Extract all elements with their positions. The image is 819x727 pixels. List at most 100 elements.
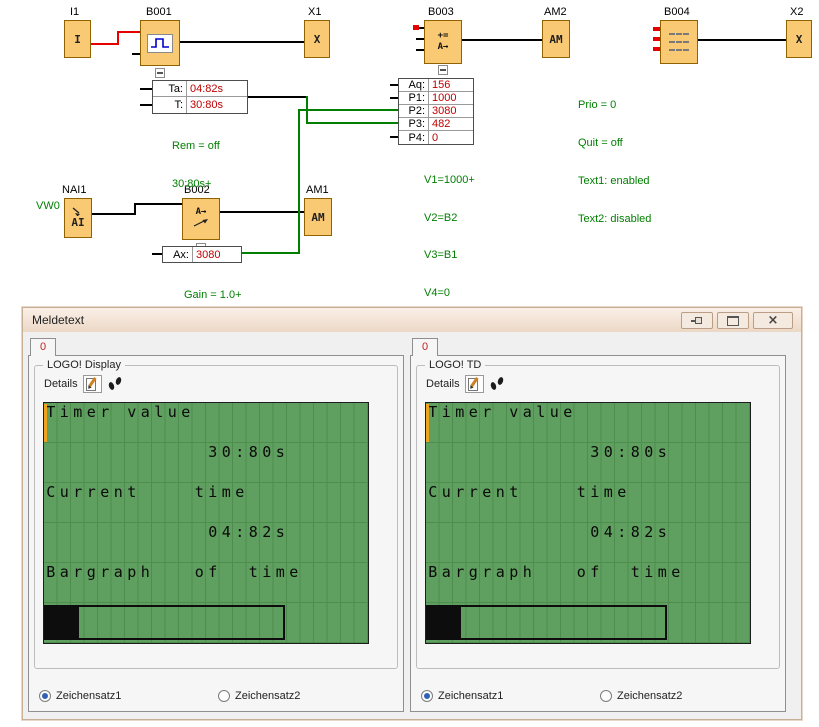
lcd-char: 3 (588, 443, 602, 483)
reference-wire (242, 252, 300, 254)
lcd-char: i (58, 403, 72, 443)
float-window-icon (727, 316, 739, 326)
lcd-char: m (71, 403, 85, 443)
close-icon: × (768, 314, 779, 327)
lcd-char: e (85, 403, 99, 443)
close-button[interactable]: × (753, 312, 793, 329)
lcd-display[interactable]: Timervalue30:80sCurrenttime04:82sBargrap… (43, 402, 369, 644)
lcd-char: t (247, 563, 261, 603)
lcd-char: s (656, 443, 670, 483)
block-b003-math-instruction[interactable]: += A→ (424, 20, 462, 64)
lcd-char: h (521, 563, 535, 603)
network-input-arrow-icon (72, 207, 84, 216)
param-label: P2: (399, 105, 428, 117)
param-value[interactable]: 1000 (428, 92, 473, 104)
b003-parameter-box[interactable]: Aq: 156 P1: 1000 P2: 3080 P3: 482 P4: 0 (398, 78, 474, 145)
lcd-display[interactable]: Timervalue30:80sCurrenttime04:82sBargrap… (425, 402, 751, 644)
connector-glyph: X (314, 33, 321, 46)
collapse-toggle-b001[interactable] (155, 68, 165, 78)
tab-0[interactable]: 0 (30, 338, 56, 356)
block-label-nai1: NAI1 (62, 184, 86, 196)
block-i1-digital-input[interactable]: I (64, 20, 91, 58)
lcd-char: r (467, 483, 481, 523)
param-label: Ta: (153, 83, 186, 95)
param-value[interactable]: 30:80s (186, 97, 247, 113)
lcd-char: a (139, 403, 153, 443)
dialog-titlebar[interactable]: Meldetext × (23, 308, 801, 333)
lcd-char: s (656, 523, 670, 563)
lcd-char: r (453, 483, 467, 523)
lcd-char: h (139, 563, 153, 603)
block-label-i1: I1 (70, 6, 79, 18)
panel-box: LOGO! TD Details Timervalue30:80sCurrent… (410, 355, 786, 712)
collapse-toggle-b003[interactable] (438, 65, 448, 75)
lcd-char: e (179, 403, 193, 443)
lcd-char: 0 (588, 523, 602, 563)
lcd-char: i (642, 563, 656, 603)
lcd-char: t (193, 483, 207, 523)
tab-0[interactable]: 0 (412, 338, 438, 356)
block-am1-analog-marker[interactable]: AM (304, 198, 332, 236)
wire (698, 39, 786, 41)
block-x2-open-connector[interactable]: X (786, 20, 812, 58)
param-value[interactable]: 3080 (428, 105, 473, 117)
pin-stub (140, 88, 152, 90)
radio-zeichensatz1[interactable]: Zeichensatz1 (421, 690, 600, 702)
param-value[interactable]: 482 (428, 118, 473, 130)
block-label-x2: X2 (790, 6, 803, 18)
unconnected-pin-marker (653, 37, 660, 41)
param-value[interactable]: 04:82s (186, 81, 247, 96)
b002-parameter-box[interactable]: Ax: 3080 (162, 246, 242, 263)
lcd-char: 4 (220, 523, 234, 563)
param-value[interactable]: 3080 (192, 247, 241, 262)
message-text-icon (669, 33, 689, 35)
fbd-diagram: I1 B001 X1 B003 AM2 B004 X2 NAI1 B002 AM… (0, 0, 819, 305)
param-label: Aq: (399, 79, 428, 91)
float-button[interactable] (717, 312, 749, 329)
param-label: Ax: (163, 249, 192, 261)
bargraph (44, 605, 285, 640)
lcd-char: 8 (629, 523, 643, 563)
bargraph (426, 605, 667, 640)
param-value[interactable]: 0 (428, 131, 473, 144)
radio-circle (600, 690, 612, 702)
pin-button[interactable] (681, 312, 713, 329)
lcd-char: s (274, 443, 288, 483)
lcd-char: m (274, 563, 288, 603)
input-glyph: I (74, 33, 81, 46)
lcd-char: o (575, 563, 589, 603)
lcd-char: e (287, 563, 301, 603)
lcd-char: e (233, 483, 247, 523)
block-x1-open-connector[interactable]: X (304, 20, 330, 58)
lcd-char: r (71, 563, 85, 603)
lcd-char: i (588, 483, 602, 523)
lcd-char: v (125, 403, 139, 443)
footprints-icon[interactable] (489, 376, 506, 392)
block-nai1-network-analog-input[interactable]: AI (64, 198, 92, 238)
lcd-char: t (575, 483, 589, 523)
lcd-char: m (656, 563, 670, 603)
edit-icon[interactable] (83, 375, 102, 393)
lcd-char: 3 (206, 443, 220, 483)
lcd-char: 2 (260, 523, 274, 563)
lcd-char: r (85, 483, 99, 523)
block-b004-message-text[interactable] (660, 20, 698, 64)
lcd-char: t (507, 483, 521, 523)
footprints-icon[interactable] (107, 376, 124, 392)
connector-glyph: X (796, 33, 803, 46)
lcd-char: p (507, 563, 521, 603)
radio-zeichensatz2[interactable]: Zeichensatz2 (218, 690, 397, 702)
b001-parameter-box[interactable]: Ta: 04:82s T: 30:80s (152, 80, 248, 114)
lcd-char: 0 (642, 443, 656, 483)
radio-zeichensatz1[interactable]: Zeichensatz1 (39, 690, 218, 702)
math-icon-line1: += (438, 31, 449, 42)
block-b001-timer[interactable] (140, 20, 180, 66)
lcd-char: r (98, 563, 112, 603)
edit-icon[interactable] (465, 375, 484, 393)
radio-zeichensatz2[interactable]: Zeichensatz2 (600, 690, 779, 702)
param-value[interactable]: 156 (428, 79, 473, 91)
lcd-char: i (206, 483, 220, 523)
block-am2-analog-marker[interactable]: AM (542, 20, 570, 58)
lcd-char: o (193, 563, 207, 603)
message-panel-logo-td: 0 LOGO! TD Details Timervalue30:80sCurre… (410, 338, 786, 712)
